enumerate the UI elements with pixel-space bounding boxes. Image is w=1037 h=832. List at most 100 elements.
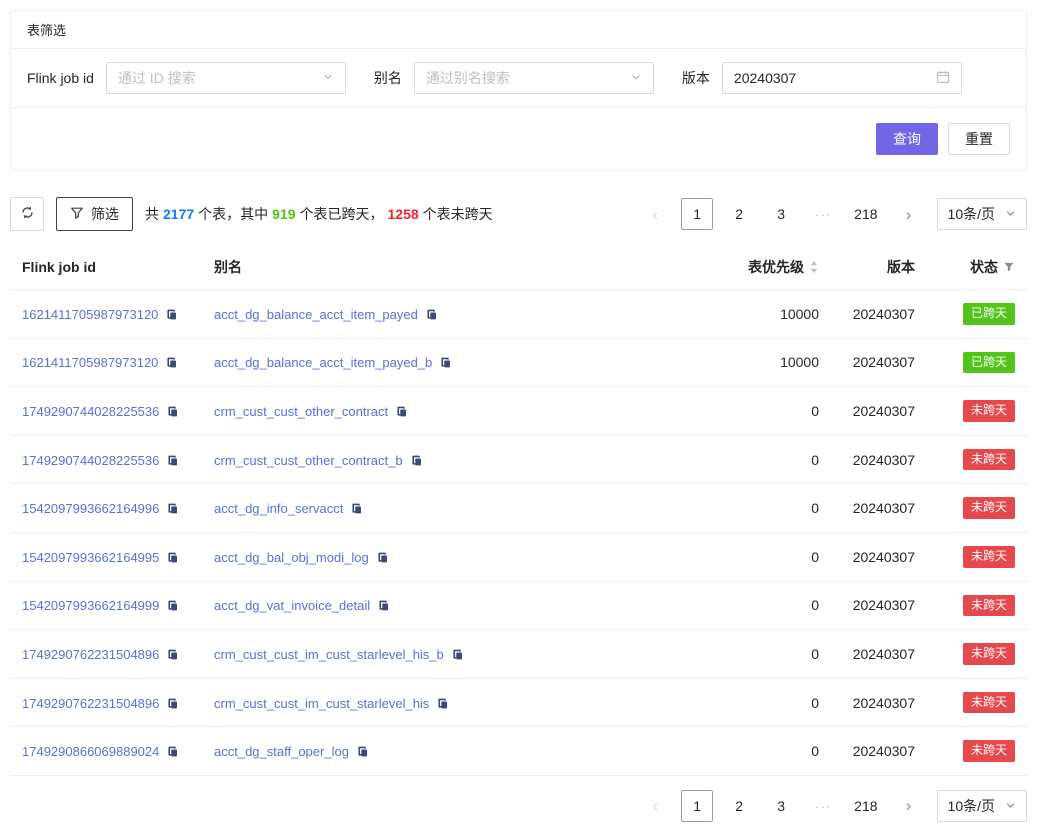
copy-icon[interactable] [451, 648, 464, 661]
page-button-last[interactable]: 218 [849, 790, 882, 822]
flink-job-id-link[interactable]: 1749290866069889024 [22, 744, 159, 759]
page-button-last[interactable]: 218 [849, 198, 882, 230]
version-value: 20240307 [827, 678, 923, 727]
priority-value: 0 [707, 678, 827, 727]
alias-link[interactable]: acct_dg_vat_invoice_detail [214, 598, 370, 613]
copy-icon[interactable] [376, 551, 389, 564]
copy-icon[interactable] [166, 599, 179, 612]
copy-icon[interactable] [166, 697, 179, 710]
column-header-version: 版本 [827, 245, 923, 290]
copy-icon[interactable] [166, 502, 179, 515]
flink-job-id-link[interactable]: 1542097993662164995 [22, 550, 159, 565]
version-field: 版本 [682, 62, 962, 94]
priority-value: 10000 [707, 290, 827, 339]
table-row: 1621411705987973120 acct_dg_balance_acct… [10, 338, 1027, 387]
flink-job-id-link[interactable]: 1749290744028225536 [22, 404, 159, 419]
refresh-button[interactable] [10, 197, 44, 231]
summary-text: 个表，其中 [198, 204, 268, 224]
alias-link[interactable]: acct_dg_staff_oper_log [214, 744, 349, 759]
prev-page-button[interactable]: ‹ [639, 198, 671, 230]
flink-job-id-link[interactable]: 1749290762231504896 [22, 647, 159, 662]
alias-link[interactable]: acct_dg_balance_acct_item_payed [214, 307, 418, 322]
alias-link[interactable]: crm_cust_cust_im_cust_starlevel_his_b [214, 647, 444, 662]
status-badge: 未跨天 [963, 740, 1015, 762]
version-label: 版本 [682, 68, 710, 88]
filter-panel-body: Flink job id 通过 ID 搜索 别名 通过别名搜索 [11, 49, 1026, 108]
page-ellipsis[interactable]: ··· [807, 790, 839, 822]
flink-job-id-label: Flink job id [27, 70, 94, 86]
column-header-status-label: 状态 [970, 257, 998, 277]
copy-icon[interactable] [410, 454, 423, 467]
table-row: 1542097993662164999 acct_dg_vat_invoice_… [10, 581, 1027, 630]
alias-link[interactable]: acct_dg_bal_obj_modi_log [214, 550, 369, 565]
copy-icon[interactable] [166, 551, 179, 564]
flink-job-id-select[interactable]: 通过 ID 搜索 [106, 62, 346, 94]
column-header-priority: 表优先级 [707, 245, 827, 290]
flink-job-id-link[interactable]: 1542097993662164996 [22, 501, 159, 516]
page-button-1[interactable]: 1 [681, 790, 713, 822]
priority-value: 0 [707, 581, 827, 630]
table-row: 1749290744028225536 crm_cust_cust_other_… [10, 435, 1027, 484]
reset-button[interactable]: 重置 [948, 123, 1010, 155]
page-ellipsis[interactable]: ··· [807, 198, 839, 230]
column-header-status: 状态 [923, 245, 1027, 290]
copy-icon[interactable] [165, 356, 178, 369]
page-button-3[interactable]: 3 [765, 790, 797, 822]
copy-icon[interactable] [436, 697, 449, 710]
page-button-3[interactable]: 3 [765, 198, 797, 230]
copy-icon[interactable] [439, 356, 452, 369]
pagination: ‹ 1 2 3 ··· 218 › 10条/页 [639, 198, 1027, 230]
copy-icon[interactable] [350, 502, 363, 515]
summary-text: 个表未跨天 [423, 204, 493, 224]
copy-icon[interactable] [377, 599, 390, 612]
prev-page-button[interactable]: ‹ [639, 790, 671, 822]
sort-icon[interactable] [809, 260, 819, 274]
alias-link[interactable]: acct_dg_info_servacct [214, 501, 343, 516]
page-button-2[interactable]: 2 [723, 198, 755, 230]
next-page-button[interactable]: › [893, 198, 925, 230]
page: 表筛选 Flink job id 通过 ID 搜索 别名 通过别名搜索 [0, 0, 1037, 832]
flink-job-id-link[interactable]: 1542097993662164999 [22, 598, 159, 613]
alias-link[interactable]: crm_cust_cust_other_contract_b [214, 453, 403, 468]
page-button-1[interactable]: 1 [681, 198, 713, 230]
flink-job-id-link[interactable]: 1621411705987973120 [22, 307, 158, 322]
summary-uncrossed-count: 1258 [388, 206, 419, 222]
page-size-select[interactable]: 10条/页 [937, 790, 1027, 822]
copy-icon[interactable] [165, 308, 178, 321]
page-size-value: 10条/页 [948, 204, 995, 224]
status-badge: 未跨天 [963, 692, 1015, 714]
version-input[interactable] [734, 70, 914, 86]
copy-icon[interactable] [395, 405, 408, 418]
page-size-select[interactable]: 10条/页 [937, 198, 1027, 230]
alias-select[interactable]: 通过别名搜索 [414, 62, 654, 94]
alias-placeholder: 通过别名搜索 [426, 68, 510, 88]
filter-toggle-button[interactable]: 筛选 [56, 197, 133, 231]
alias-link[interactable]: acct_dg_balance_acct_item_payed_b [214, 355, 432, 370]
copy-icon[interactable] [166, 648, 179, 661]
alias-link[interactable]: crm_cust_cust_other_contract [214, 404, 388, 419]
status-badge: 未跨天 [963, 400, 1015, 422]
flink-job-id-link[interactable]: 1621411705987973120 [22, 355, 158, 370]
filter-panel-footer: 查询 重置 [11, 108, 1026, 170]
page-size-value: 10条/页 [948, 796, 995, 816]
copy-icon[interactable] [356, 745, 369, 758]
page-button-2[interactable]: 2 [723, 790, 755, 822]
copy-icon[interactable] [166, 405, 179, 418]
flink-job-id-link[interactable]: 1749290744028225536 [22, 453, 159, 468]
copy-icon[interactable] [166, 745, 179, 758]
status-badge: 未跨天 [963, 497, 1015, 519]
copy-icon[interactable] [166, 454, 179, 467]
version-date-input[interactable] [722, 62, 962, 94]
table-row: 1749290762231504896 crm_cust_cust_im_cus… [10, 678, 1027, 727]
table-row: 1749290744028225536 crm_cust_cust_other_… [10, 387, 1027, 436]
flink-job-id-link[interactable]: 1749290762231504896 [22, 696, 159, 711]
copy-icon[interactable] [425, 308, 438, 321]
calendar-icon [936, 70, 950, 87]
version-value: 20240307 [827, 387, 923, 436]
alias-link[interactable]: crm_cust_cust_im_cust_starlevel_his [214, 696, 429, 711]
filter-panel-header: 表筛选 [11, 11, 1026, 49]
search-button[interactable]: 查询 [876, 123, 938, 155]
alias-label: 别名 [374, 68, 402, 88]
next-page-button[interactable]: › [893, 790, 925, 822]
status-filter-icon[interactable] [1003, 261, 1015, 273]
